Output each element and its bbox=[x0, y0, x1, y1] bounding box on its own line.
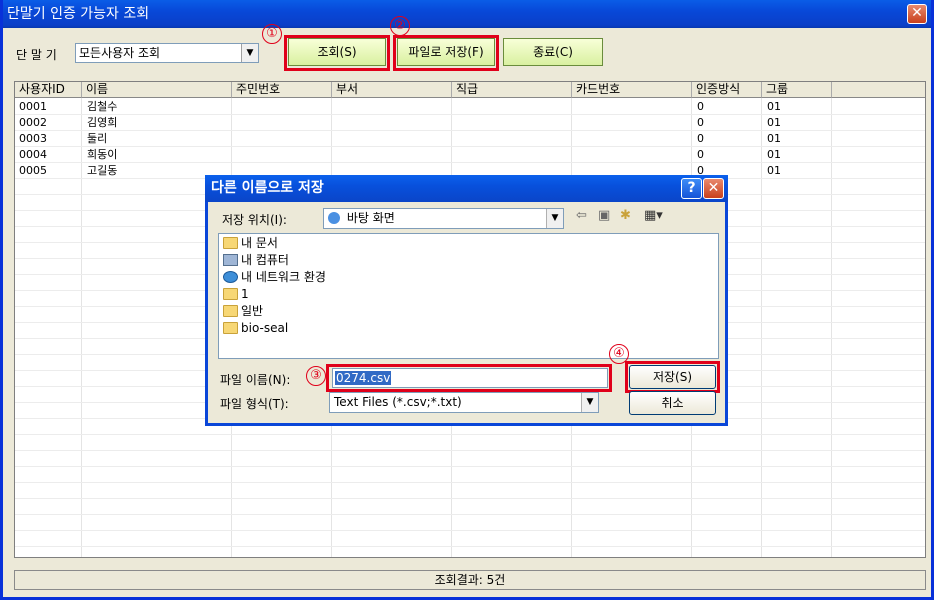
row-line bbox=[15, 498, 925, 499]
list-item[interactable]: 1 bbox=[223, 286, 249, 302]
close-icon[interactable]: ✕ bbox=[703, 178, 724, 199]
row-line bbox=[15, 146, 925, 147]
annotation-3: ③ bbox=[306, 366, 326, 386]
row-line bbox=[15, 162, 925, 163]
cell-auth: 0 bbox=[697, 148, 704, 161]
cell-name: 김영희 bbox=[87, 116, 118, 129]
filetype-value: Text Files (*.csv;*.txt) bbox=[334, 395, 462, 409]
cell-group: 01 bbox=[767, 116, 781, 129]
cell-group: 01 bbox=[767, 164, 781, 177]
desktop-icon bbox=[328, 212, 340, 224]
status-bar: 조회결과: 5건 bbox=[14, 570, 926, 590]
cell-auth: 0 bbox=[697, 132, 704, 145]
network-icon bbox=[223, 271, 238, 283]
folder-icon bbox=[223, 305, 238, 317]
chevron-down-icon[interactable]: ▼ bbox=[581, 393, 598, 412]
folder-icon bbox=[223, 288, 238, 300]
cell-group: 01 bbox=[767, 100, 781, 113]
row-line bbox=[15, 514, 925, 515]
list-item-label: 내 네트워크 환경 bbox=[241, 270, 326, 284]
highlight-box-1 bbox=[284, 35, 390, 71]
help-icon[interactable]: ? bbox=[681, 178, 702, 199]
list-item[interactable]: 내 네트워크 환경 bbox=[223, 269, 326, 285]
grid-line bbox=[831, 98, 832, 557]
list-item[interactable]: 내 컴퓨터 bbox=[223, 252, 289, 268]
list-item-label: 내 컴퓨터 bbox=[241, 253, 289, 267]
exit-button[interactable]: 종료(C) bbox=[503, 38, 603, 66]
save-location-select[interactable]: 바탕 화면 ▼ bbox=[323, 208, 564, 229]
column-header[interactable]: 인증방식 bbox=[692, 82, 762, 98]
back-icon[interactable]: ⇦ bbox=[576, 208, 587, 224]
row-line bbox=[15, 114, 925, 115]
row-line bbox=[15, 450, 925, 451]
chevron-down-icon[interactable]: ▼ bbox=[241, 44, 258, 62]
column-header[interactable]: 주민번호 bbox=[232, 82, 332, 98]
list-item-label: bio-seal bbox=[241, 321, 289, 335]
highlight-box-2 bbox=[393, 35, 499, 71]
list-item[interactable]: 일반 bbox=[223, 303, 263, 319]
folder-icon bbox=[223, 322, 238, 334]
column-header-empty bbox=[832, 82, 925, 98]
cell-name: 고길동 bbox=[87, 164, 118, 177]
highlight-box-4 bbox=[625, 361, 720, 393]
list-item[interactable]: bio-seal bbox=[223, 320, 288, 336]
column-header[interactable]: 그룹 bbox=[762, 82, 832, 98]
cancel-button[interactable]: 취소 bbox=[629, 391, 716, 415]
view-menu-icon[interactable]: ▦▾ bbox=[644, 208, 663, 224]
cell-user-id: 0001 bbox=[19, 100, 47, 113]
list-item-label: 내 문서 bbox=[241, 236, 278, 250]
cell-auth: 0 bbox=[697, 116, 704, 129]
terminal-label: 단 말 기 bbox=[16, 48, 57, 62]
chevron-down-icon[interactable]: ▼ bbox=[546, 209, 563, 228]
column-header[interactable]: 사용자ID bbox=[15, 82, 82, 98]
save-location-label: 저장 위치(I): bbox=[222, 213, 287, 227]
row-line bbox=[15, 130, 925, 131]
terminal-select[interactable]: 모든사용자 조회 ▼ bbox=[75, 43, 259, 63]
up-folder-icon[interactable]: ▣ bbox=[598, 208, 610, 224]
row-line bbox=[15, 434, 925, 435]
dialog-title: 다른 이름으로 저장 bbox=[211, 180, 324, 196]
dialog-title-bar: 다른 이름으로 저장 ? ✕ bbox=[205, 175, 728, 202]
highlight-box-3 bbox=[326, 364, 612, 392]
grid-line bbox=[761, 98, 762, 557]
cell-name: 김철수 bbox=[87, 100, 118, 113]
column-header[interactable]: 직급 bbox=[452, 82, 572, 98]
save-location-value: 바탕 화면 bbox=[346, 211, 395, 225]
list-item-label: 1 bbox=[241, 287, 249, 301]
filename-label: 파일 이름(N): bbox=[220, 373, 291, 387]
title-bar: 단말기 인증 가능자 조회 ✕ bbox=[3, 0, 931, 28]
row-line bbox=[15, 482, 925, 483]
row-line bbox=[15, 530, 925, 531]
cell-name: 둘리 bbox=[87, 132, 108, 145]
terminal-select-value: 모든사용자 조회 bbox=[79, 46, 161, 60]
cell-user-id: 0002 bbox=[19, 116, 47, 129]
cell-group: 01 bbox=[767, 132, 781, 145]
cell-group: 01 bbox=[767, 148, 781, 161]
cell-user-id: 0004 bbox=[19, 148, 47, 161]
list-item[interactable]: 내 문서 bbox=[223, 235, 278, 251]
save-as-dialog: 다른 이름으로 저장 ? ✕ 저장 위치(I): 바탕 화면 ▼ ⇦ ▣ ✱ ▦… bbox=[205, 175, 728, 426]
row-line bbox=[15, 546, 925, 547]
computer-icon bbox=[223, 254, 238, 266]
column-header[interactable]: 부서 bbox=[332, 82, 452, 98]
cell-user-id: 0005 bbox=[19, 164, 47, 177]
cell-auth: 0 bbox=[697, 100, 704, 113]
cell-user-id: 0003 bbox=[19, 132, 47, 145]
grid-line bbox=[81, 98, 82, 557]
list-item-label: 일반 bbox=[241, 304, 264, 318]
folder-icon bbox=[223, 237, 238, 249]
window-title: 단말기 인증 가능자 조회 bbox=[7, 6, 150, 22]
column-header[interactable]: 이름 bbox=[82, 82, 232, 98]
row-line bbox=[15, 466, 925, 467]
annotation-1: ① bbox=[262, 24, 282, 44]
file-list[interactable]: 내 문서 내 컴퓨터 내 네트워크 환경 1 일반 bio-seal bbox=[218, 233, 719, 359]
annotation-4: ④ bbox=[609, 344, 629, 364]
column-header[interactable]: 카드번호 bbox=[572, 82, 692, 98]
annotation-2: ② bbox=[390, 16, 410, 36]
cell-name: 희동이 bbox=[87, 148, 118, 161]
new-folder-icon[interactable]: ✱ bbox=[620, 208, 631, 224]
filetype-select[interactable]: Text Files (*.csv;*.txt) ▼ bbox=[329, 392, 599, 413]
close-icon[interactable]: ✕ bbox=[907, 4, 927, 24]
filetype-label: 파일 형식(T): bbox=[220, 397, 289, 411]
